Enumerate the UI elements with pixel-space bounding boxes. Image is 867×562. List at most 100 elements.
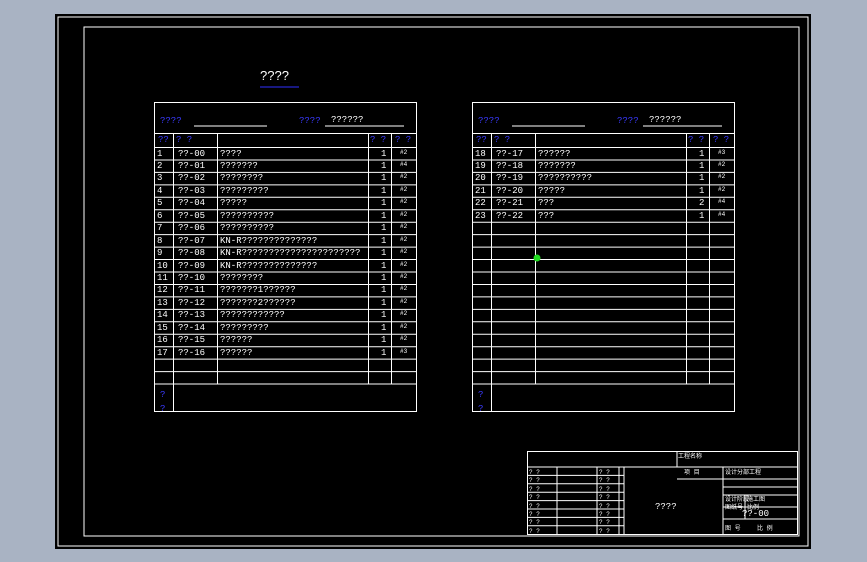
row-qty: 1: [699, 148, 705, 159]
header-mid-label: ????: [299, 116, 321, 126]
row-name: ???????2??????: [220, 297, 296, 308]
cad-viewport: ???? ????????????????? ?? ?? ??? 1 ??-00??…: [0, 0, 867, 562]
title-left-label: ? ?: [529, 511, 540, 518]
row-code: ??-16: [178, 347, 206, 358]
row-number: 3: [157, 173, 163, 184]
row-number: 14: [157, 310, 168, 321]
row-name: ????????: [220, 173, 264, 184]
row-material: #2: [400, 273, 408, 280]
row-name: KN-R??????????????: [220, 235, 318, 246]
row-material: #2: [400, 148, 408, 156]
row-material: #4: [718, 198, 726, 206]
row-name: ?????????: [220, 322, 269, 333]
row-code: ??-13: [178, 310, 206, 321]
row-code: ??-15: [178, 335, 206, 346]
row-qty: 1: [381, 160, 387, 171]
row-number: 13: [157, 297, 168, 308]
row-name: ??????????: [220, 210, 275, 221]
row-number: 19: [475, 160, 486, 171]
row-number: 5: [157, 198, 163, 209]
row-number: 11: [157, 273, 168, 283]
drawing-heading: ????: [260, 68, 289, 83]
row-code: ??-18: [496, 160, 524, 171]
header-value: ??????: [331, 115, 364, 125]
row-qty: 1: [381, 260, 387, 271]
header-value: ??????: [649, 115, 682, 125]
title-left-label: ? ?: [529, 494, 540, 502]
row-name: ??????????: [220, 223, 275, 234]
row-material: #2: [400, 235, 408, 243]
row-number: 16: [157, 335, 168, 346]
row-code: ??-00: [178, 148, 206, 159]
title-sheet-label: 图纸号: [725, 504, 744, 511]
row-code: ??-10: [178, 273, 206, 283]
row-code: ??-14: [178, 322, 206, 333]
note-char: ?: [160, 390, 166, 401]
row-material: #2: [400, 248, 408, 256]
row-qty: 1: [699, 185, 705, 196]
row-material: #3: [718, 148, 726, 156]
row-qty: 2: [699, 198, 705, 209]
title-mid-label: ? ?: [599, 519, 610, 527]
row-material: #2: [400, 173, 408, 181]
row-code: ??-21: [496, 198, 524, 209]
title-block-border: [527, 451, 798, 535]
row-code: ??-08: [178, 248, 206, 259]
title-mid-label: ? ?: [599, 485, 610, 493]
row-qty: 1: [381, 285, 387, 296]
row-qty: 1: [699, 160, 705, 171]
title-no-label: 图 号: [725, 525, 741, 532]
row-name: ?????: [538, 185, 566, 196]
title-company: 工程名称: [678, 453, 703, 460]
row-code: ??-20: [496, 185, 524, 196]
row-qty: 1: [381, 235, 387, 246]
row-qty: 1: [381, 173, 387, 184]
row-number: 9: [157, 248, 163, 259]
column-header: ? ?: [494, 135, 511, 145]
row-code: ??-12: [178, 297, 206, 308]
title-center: ????: [655, 502, 677, 512]
note-char: ?: [478, 390, 484, 401]
row-code: ??-05: [178, 210, 206, 221]
row-qty: 1: [381, 347, 387, 358]
row-name: ????????: [220, 273, 264, 283]
row-name: ???????1??????: [220, 285, 296, 296]
row-qty: 1: [381, 310, 387, 321]
row-material: #2: [400, 210, 408, 218]
title-project-label: 项 目: [684, 469, 700, 476]
row-qty: 1: [381, 198, 387, 209]
row-material: #2: [400, 198, 408, 206]
title-ratio-label: 比 例: [757, 525, 773, 532]
row-number: 12: [157, 285, 168, 296]
row-name: KN-R??????????????????????: [220, 248, 361, 259]
row-name: ???????: [538, 160, 576, 171]
row-qty: 1: [381, 223, 387, 234]
row-number: 10: [157, 260, 168, 271]
title-left-label: ? ?: [529, 502, 540, 510]
title-mid-label: ? ?: [599, 502, 610, 510]
row-number: 8: [157, 235, 163, 246]
row-name: ?????: [220, 198, 248, 209]
row-number: 17: [157, 347, 168, 358]
row-material: #4: [718, 210, 726, 218]
title-mid-label: ? ?: [599, 527, 610, 535]
row-material: #2: [400, 185, 408, 193]
note-char: ?: [160, 404, 166, 415]
row-number: 1: [157, 148, 163, 159]
row-qty: 1: [381, 322, 387, 333]
title-stage-value: 施工图: [747, 496, 766, 503]
title-mid-label: ? ?: [599, 477, 610, 485]
row-number: 6: [157, 210, 163, 221]
row-qty: 1: [381, 297, 387, 308]
row-material: #2: [400, 223, 408, 231]
title-left-label: ? ?: [529, 519, 540, 527]
row-number: 20: [475, 173, 486, 184]
row-material: #2: [400, 285, 408, 293]
row-number: 15: [157, 322, 168, 333]
cursor-marker-icon[interactable]: [533, 254, 541, 262]
row-name: ??????: [220, 347, 253, 358]
header-left-label: ????: [160, 116, 182, 126]
title-mid-label: ? ?: [599, 494, 610, 502]
column-header: ? ?: [176, 135, 193, 145]
drawing-canvas[interactable]: ???? ????????????????? ?? ?? ??? 1 ??-00??…: [55, 14, 811, 549]
